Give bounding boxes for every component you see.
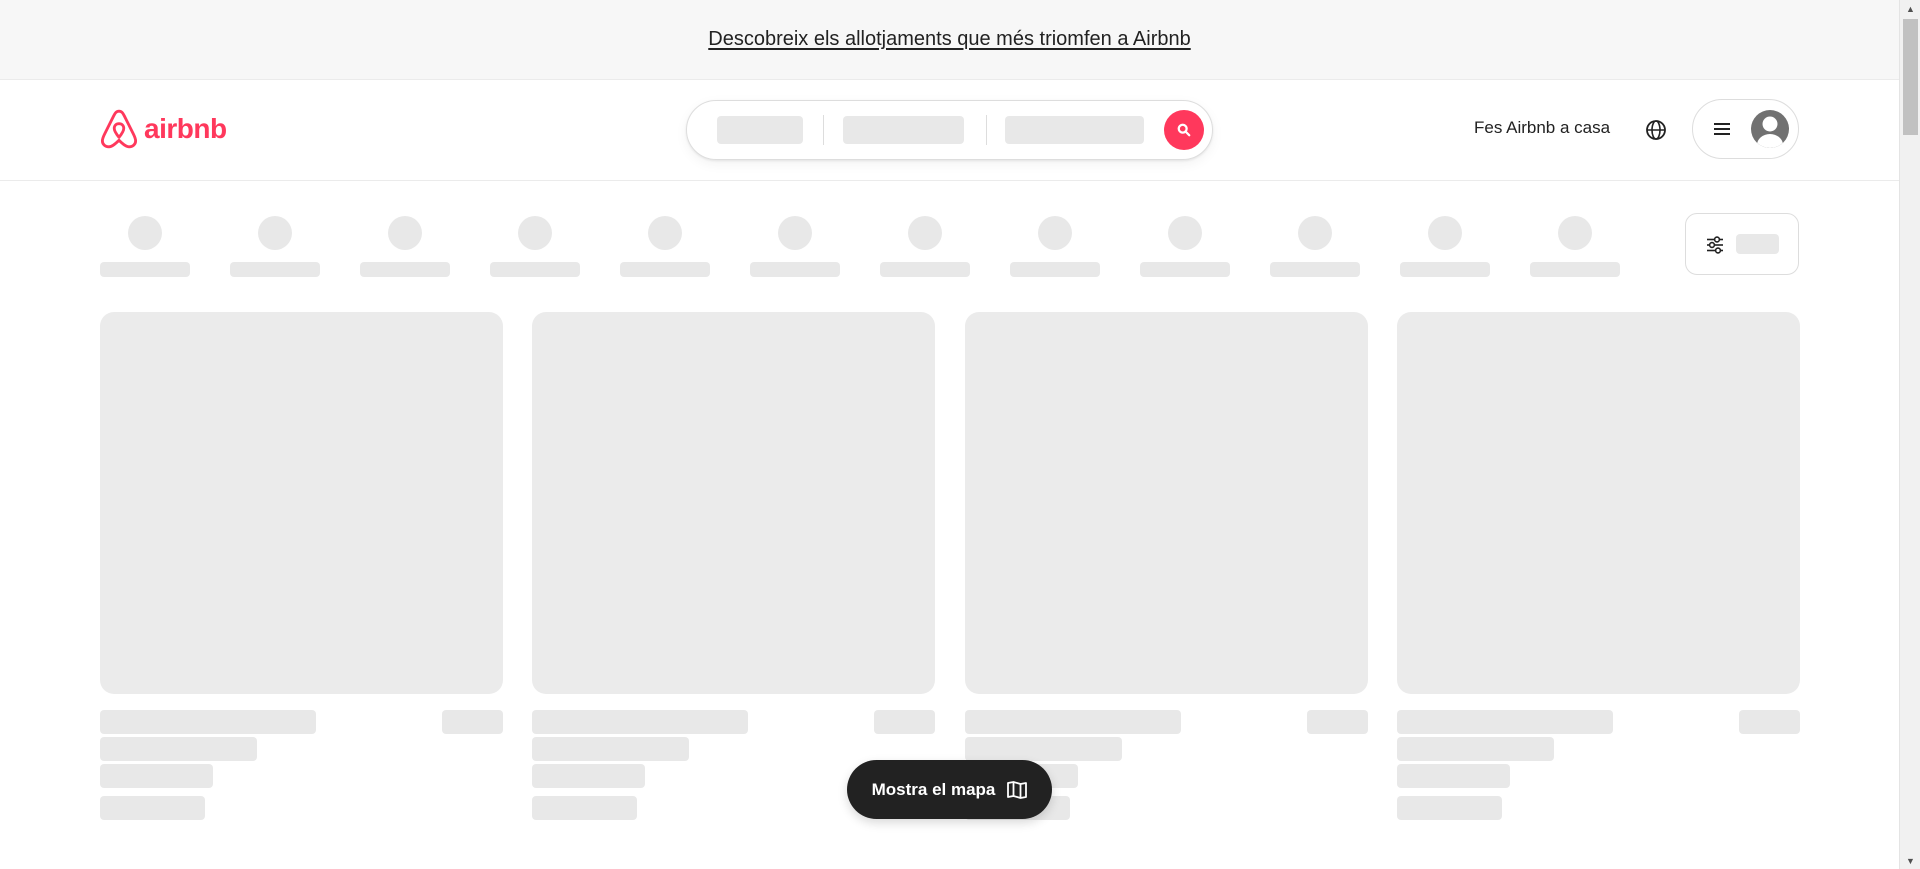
listing-title-placeholder — [1397, 710, 1613, 734]
listing-card[interactable] — [532, 312, 935, 820]
scrollbar-thumb[interactable] — [1903, 19, 1918, 135]
search-guests-placeholder[interactable] — [1005, 116, 1144, 144]
listing-price-placeholder — [532, 796, 637, 820]
promo-banner: Descobreix els allotjaments que més trio… — [0, 0, 1899, 80]
listing-photo-placeholder — [965, 312, 1368, 694]
listing-dates-placeholder — [1397, 764, 1510, 788]
category-icon-placeholder — [1558, 216, 1592, 250]
filters-label-placeholder — [1736, 234, 1779, 254]
category-icon-placeholder — [1428, 216, 1462, 250]
search-icon — [1177, 123, 1191, 137]
scroll-up-arrow-icon[interactable]: ▲ — [1900, 0, 1920, 17]
listing-subtitle-placeholder — [965, 737, 1122, 761]
host-link[interactable]: Fes Airbnb a casa — [1474, 118, 1610, 138]
category-label-placeholder — [1400, 262, 1490, 277]
category-icon-placeholder — [258, 216, 292, 250]
search-button[interactable] — [1164, 110, 1204, 150]
listing-dates-placeholder — [100, 764, 213, 788]
show-map-button[interactable]: Mostra el mapa — [847, 760, 1052, 819]
map-icon — [1007, 780, 1028, 799]
search-divider — [986, 115, 987, 145]
globe-icon[interactable] — [1645, 119, 1667, 141]
listing-price-placeholder — [100, 796, 205, 820]
search-divider — [823, 115, 824, 145]
scroll-down-arrow-icon[interactable]: ▼ — [1900, 852, 1920, 869]
category-icon-placeholder — [778, 216, 812, 250]
listing-title-placeholder — [965, 710, 1181, 734]
listing-rating-placeholder — [1307, 710, 1368, 734]
header: airbnb Fes Airbnb a casa — [0, 80, 1899, 181]
search-bar[interactable] — [686, 100, 1213, 160]
show-map-label: Mostra el mapa — [871, 779, 996, 799]
listing-card[interactable] — [965, 312, 1368, 820]
listing-rating-placeholder — [442, 710, 503, 734]
listing-card[interactable] — [1397, 312, 1800, 820]
page: Descobreix els allotjaments que més trio… — [0, 0, 1899, 869]
category-bar — [0, 216, 1899, 286]
listing-subtitle-placeholder — [1397, 737, 1554, 761]
category-icon-placeholder — [648, 216, 682, 250]
listing-dates-placeholder — [532, 764, 645, 788]
vertical-scrollbar[interactable]: ▲ ▼ — [1899, 0, 1920, 869]
category-label-placeholder — [1140, 262, 1230, 277]
listing-photo-placeholder — [100, 312, 503, 694]
search-dates-placeholder[interactable] — [843, 116, 964, 144]
category-icon-placeholder — [1168, 216, 1202, 250]
listing-rating-placeholder — [874, 710, 935, 734]
category-label-placeholder — [230, 262, 320, 277]
logo-text: airbnb — [144, 113, 227, 144]
category-label-placeholder — [880, 262, 970, 277]
category-icon-placeholder — [908, 216, 942, 250]
listing-card[interactable] — [100, 312, 503, 820]
category-label-placeholder — [360, 262, 450, 277]
airbnb-logo-icon — [100, 109, 138, 149]
filters-button[interactable] — [1685, 213, 1799, 275]
category-icon-placeholder — [1298, 216, 1332, 250]
category-icon-placeholder — [518, 216, 552, 250]
category-label-placeholder — [490, 262, 580, 277]
listing-title-placeholder — [100, 710, 316, 734]
listing-subtitle-placeholder — [100, 737, 257, 761]
listing-photo-placeholder — [532, 312, 935, 694]
airbnb-logo[interactable]: airbnb — [100, 108, 227, 150]
category-label-placeholder — [1010, 262, 1100, 277]
category-label-placeholder — [1530, 262, 1620, 277]
search-location-placeholder[interactable] — [717, 116, 803, 144]
avatar-icon — [1751, 110, 1789, 148]
category-label-placeholder — [620, 262, 710, 277]
listing-rating-placeholder — [1739, 710, 1800, 734]
category-label-placeholder — [1270, 262, 1360, 277]
profile-menu-button[interactable] — [1692, 99, 1799, 159]
category-icon-placeholder — [388, 216, 422, 250]
menu-icon — [1714, 123, 1730, 135]
listing-title-placeholder — [532, 710, 748, 734]
listing-photo-placeholder — [1397, 312, 1800, 694]
listing-price-placeholder — [1397, 796, 1502, 820]
listing-subtitle-placeholder — [532, 737, 689, 761]
filters-icon — [1707, 236, 1723, 254]
promo-banner-link[interactable]: Descobreix els allotjaments que més trio… — [708, 28, 1190, 51]
category-icon-placeholder — [128, 216, 162, 250]
category-label-placeholder — [100, 262, 190, 277]
category-label-placeholder — [750, 262, 840, 277]
category-icon-placeholder — [1038, 216, 1072, 250]
